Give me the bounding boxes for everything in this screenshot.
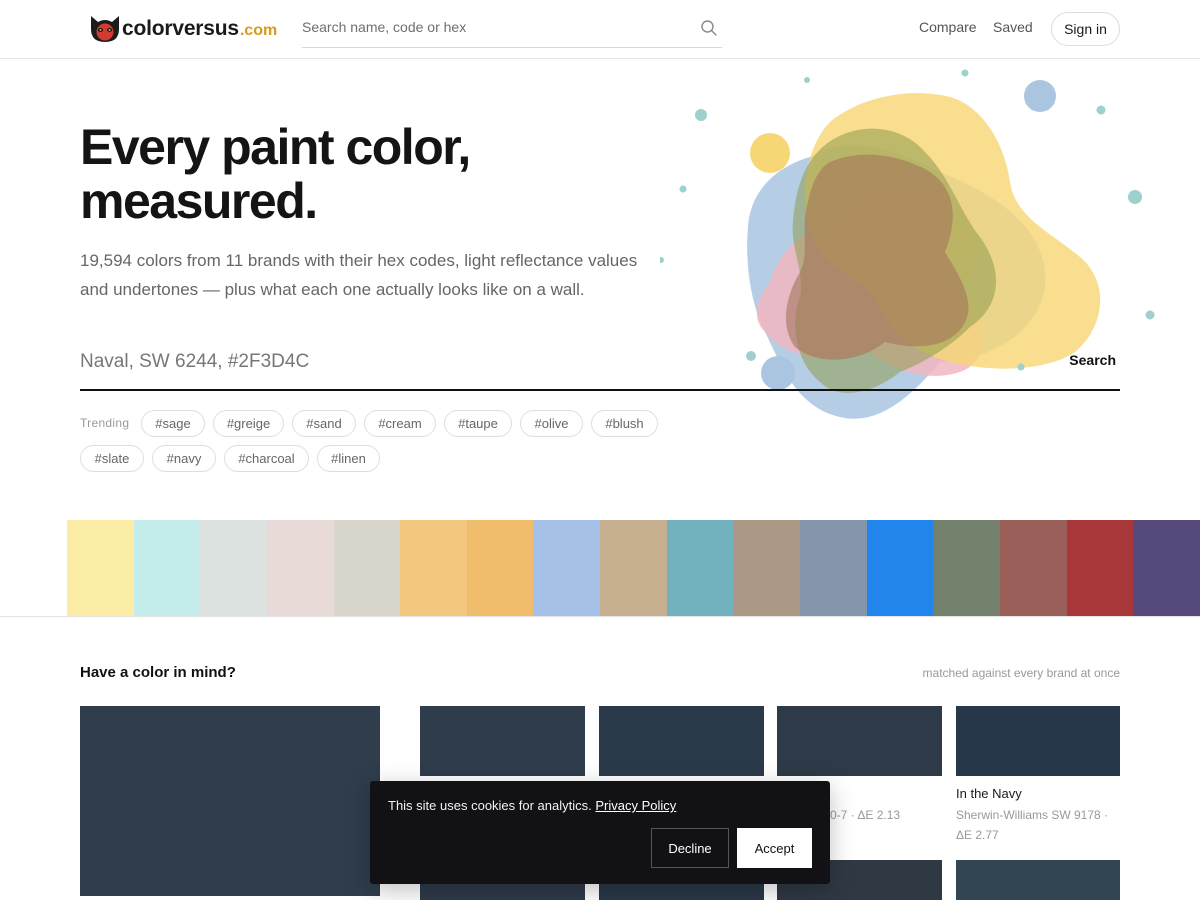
logo-name: colorversus [122,17,239,40]
dot [660,257,664,263]
match-card-name[interactable]: In the Navy [956,786,1022,801]
section-note: matched against every brand at once [922,666,1120,680]
match-card-swatch[interactable] [777,706,942,776]
trending-chip-linen[interactable]: #linen [317,445,380,472]
cookie-banner: This site uses cookies for analytics. Pr… [370,781,830,884]
strip-swatch[interactable] [266,520,334,616]
signin-button[interactable]: Sign in [1051,12,1120,46]
trending-chip-sand[interactable]: #sand [292,410,356,437]
strip-swatch[interactable] [67,520,134,616]
header-search-input[interactable] [302,10,682,44]
hero-search-button[interactable]: Search [1069,352,1116,368]
match-card-swatch[interactable] [420,706,585,776]
hero-title-line2: measured. [80,173,318,229]
logo-tld: .com [239,22,278,39]
strip-swatch[interactable] [200,520,267,616]
trending-chip-charcoal[interactable]: #charcoal [224,445,309,472]
strip-swatch[interactable] [133,520,201,616]
header-search [302,10,722,48]
strip-swatch[interactable] [1066,520,1134,616]
strip-swatch[interactable] [733,520,801,616]
hero-title-line1: Every paint color, [80,119,471,175]
selected-color-swatch[interactable] [80,706,380,896]
color-strip [67,520,1200,616]
match-card-swatch[interactable] [956,706,1120,776]
dot [804,77,810,83]
strip-swatch[interactable] [533,520,601,616]
match-card-meta: Sherwin-Williams SW 9178 · ΔE 2.77 [956,808,1109,842]
hero-title: Every paint color, measured. [80,120,640,228]
dot [1145,310,1155,320]
hero-search-input[interactable] [80,345,980,379]
cookie-accept-button[interactable]: Accept [737,828,812,868]
trending-chip-taupe[interactable]: #taupe [444,410,512,437]
section-title: Have a color in mind? [80,664,236,681]
match-card-swatch[interactable] [599,706,764,776]
strip-swatch[interactable] [999,520,1067,616]
cat-logo-icon [91,16,119,42]
trending-chip-olive[interactable]: #olive [520,410,583,437]
trending-chip-blush[interactable]: #blush [591,410,658,437]
trending-chip-greige[interactable]: #greige [213,410,284,437]
logo[interactable]: colorversus .com [88,13,277,45]
trending-chip-sage[interactable]: #sage [141,410,205,437]
nav-compare[interactable]: Compare [919,19,977,35]
strip-swatch[interactable] [800,520,867,616]
cookie-text: This site uses cookies for analytics. Pr… [388,798,676,813]
trending-chip-navy[interactable]: #navy [152,445,216,472]
strip-swatch[interactable] [600,520,667,616]
cookie-decline-button[interactable]: Decline [651,828,729,868]
hero-subtitle: 19,594 colors from 11 brands with their … [80,251,638,299]
hero-search: Search [80,335,1120,391]
strip-swatch[interactable] [400,520,467,616]
strip-swatch[interactable] [866,520,934,616]
nav-saved[interactable]: Saved [993,19,1033,35]
cookie-message: This site uses cookies for analytics. [388,798,592,813]
dot [961,69,969,77]
trending-label: Trending [80,416,130,430]
privacy-policy-link[interactable]: Privacy Policy [595,798,676,813]
strip-swatch[interactable] [333,520,401,616]
trending-chip-cream[interactable]: #cream [364,410,436,437]
strip-swatch[interactable] [933,520,1000,616]
search-icon[interactable] [700,19,718,37]
strip-swatch[interactable] [1133,520,1200,616]
dot [1128,190,1142,204]
dot [750,133,790,173]
strip-swatch[interactable] [666,520,734,616]
trending-chip-slate[interactable]: #slate [80,445,144,472]
strip-swatch[interactable] [466,520,534,616]
match-card-swatch[interactable] [956,860,1120,900]
divider [0,616,1200,617]
dot [1024,80,1056,112]
dot [695,109,707,121]
site-header: colorversus.com Compare Saved Sign in [0,0,1200,59]
dot [1096,105,1106,115]
dot [679,185,687,193]
blob-brown [785,154,969,360]
match-card-meta: 0-7 · ΔE 2.13 [830,808,901,822]
